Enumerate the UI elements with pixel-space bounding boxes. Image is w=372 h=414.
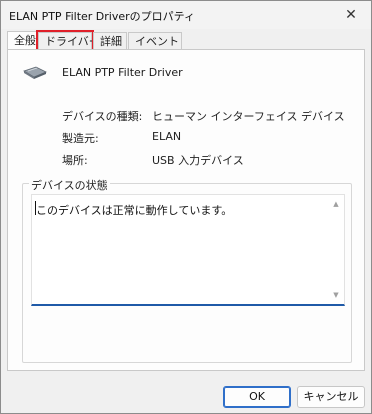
scroll-down-arrow-icon[interactable]: ▼ xyxy=(331,290,341,300)
close-button[interactable]: ✕ xyxy=(331,1,371,29)
location-value: USB 入力デバイス xyxy=(152,154,244,167)
tab-general[interactable]: 全般 xyxy=(7,31,37,51)
title-bar: ELAN PTP Filter Driverのプロパティ ✕ xyxy=(1,1,371,29)
manufacturer-value: ELAN xyxy=(152,130,182,143)
properties-dialog: ELAN PTP Filter Driverのプロパティ ✕ 全般 ドライバー … xyxy=(0,0,372,414)
tab-events[interactable]: イベント xyxy=(128,32,182,50)
device-status-group: デバイスの状態 このデバイスは正常に動作しています。 ▲ ▼ xyxy=(22,177,352,363)
touchpad-device-icon xyxy=(23,66,47,79)
tab-details[interactable]: 詳細 xyxy=(93,32,127,50)
cancel-button[interactable]: キャンセル xyxy=(297,386,365,408)
window-title: ELAN PTP Filter Driverのプロパティ xyxy=(9,10,195,23)
ok-button[interactable]: OK xyxy=(223,386,291,408)
device-status-text: このデバイスは正常に動作しています。 xyxy=(36,204,233,217)
device-status-textbox[interactable]: このデバイスは正常に動作しています。 ▲ ▼ xyxy=(31,194,345,306)
scroll-up-arrow-icon[interactable]: ▲ xyxy=(331,199,341,209)
device-name: ELAN PTP Filter Driver xyxy=(62,66,183,79)
device-status-label: デバイスの状態 xyxy=(29,177,110,193)
device-type-value: ヒューマン インターフェイス デバイス xyxy=(152,110,345,123)
manufacturer-label: 製造元: xyxy=(62,132,99,145)
tab-driver[interactable]: ドライバー xyxy=(36,30,100,52)
tab-strip: 全般 ドライバー 詳細 イベント xyxy=(7,30,367,52)
general-tab-panel: ELAN PTP Filter Driver デバイスの種類: ヒューマン イン… xyxy=(7,49,365,371)
device-type-label: デバイスの種類: xyxy=(62,110,143,123)
close-icon: ✕ xyxy=(345,7,357,23)
location-label: 場所: xyxy=(62,154,88,167)
